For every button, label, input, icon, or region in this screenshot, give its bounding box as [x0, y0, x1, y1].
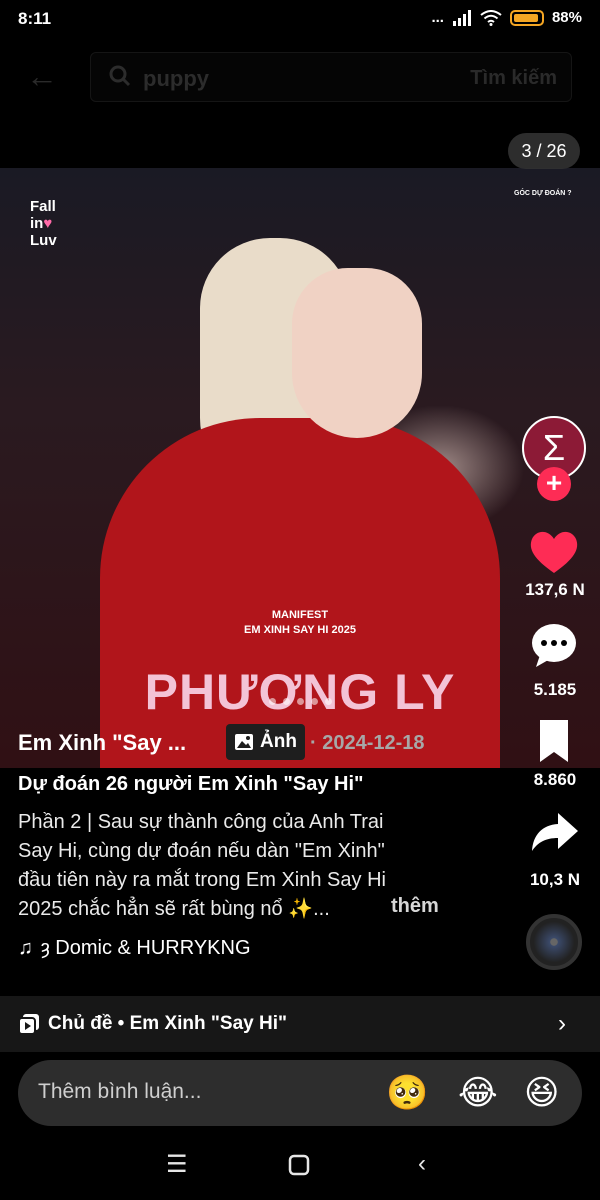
topic-bar[interactable]: Chủ đề • Em Xinh "Say Hi" › [0, 996, 600, 1052]
manifest-line: MANIFEST [271, 609, 329, 621]
carousel-dot [296, 698, 304, 705]
comment-placeholder: Thêm bình luận... [38, 1080, 202, 1103]
comment-count: 5.185 [533, 680, 577, 699]
like-count: 137,6 N [525, 580, 585, 599]
image-corner-text: GÓC DỰ ĐOÁN ? [514, 190, 572, 197]
share-count: 10,3 N [529, 870, 581, 889]
battery-percent: 88% [551, 9, 582, 26]
author-name[interactable]: Em Xinh "Say ... [18, 730, 186, 756]
photo-badge: Ảnh [226, 724, 305, 760]
comment-icon[interactable] [524, 621, 584, 669]
status-right: ... 88% [431, 9, 582, 26]
logo-line-text: in [30, 215, 44, 232]
save-count: 8.860 [533, 770, 577, 789]
system-nav-bar: ☰ ‹ [0, 1130, 600, 1200]
signal-dots: ... [431, 9, 444, 26]
carousel-dot [282, 698, 290, 705]
search-query: puppy [143, 66, 209, 91]
music-row[interactable]: ♫ ȝ Domic & HURRYKNG [18, 937, 251, 960]
search-icon [109, 65, 131, 87]
battery-icon [509, 9, 544, 26]
carousel-dot [324, 698, 332, 705]
logo-line: Luv [30, 232, 57, 249]
search-button[interactable]: Tìm kiếm [470, 67, 557, 90]
slide-counter: 3 / 26 [508, 133, 580, 169]
topic-label: Chủ đề • Em Xinh "Say Hi" [48, 1013, 287, 1034]
image-name-text: PHƯƠNG LY [144, 664, 456, 720]
image-icon [235, 734, 253, 750]
comment-input[interactable]: Thêm bình luận... 🥺 😂 😆 [18, 1060, 582, 1126]
menu-icon[interactable]: ☰ [166, 1150, 188, 1179]
music-title: ȝ Domic & HURRYKNG [41, 937, 251, 959]
image-manifest-text: MANIFEST EM XINH SAY HI 2025 [0, 608, 600, 638]
follow-plus-icon[interactable]: + [537, 467, 571, 501]
chevron-right-icon: › [558, 1010, 566, 1037]
heart-icon: ♥ [43, 215, 53, 232]
description-line: Say Hi, cùng dự đoán nếu dàn "Em Xinh" [18, 840, 385, 862]
pleading-emoji-icon[interactable]: 🥺 [386, 1073, 428, 1113]
logo-line: in♥ [30, 215, 57, 232]
back-arrow-icon[interactable]: ← [26, 56, 66, 96]
badge-label: Ảnh [260, 731, 297, 752]
search-header: ← puppy Tìm kiếm [0, 40, 600, 114]
home-square-icon[interactable] [288, 1154, 310, 1176]
post-date: · 2024-12-18 [310, 732, 425, 754]
bookmark-icon[interactable] [524, 718, 584, 764]
cell-signal-icon [452, 9, 471, 26]
wifi-icon [480, 9, 502, 26]
status-time: 8:11 [18, 9, 52, 28]
post-title: Dự đoán 26 người Em Xinh "Say Hi" [18, 773, 364, 795]
see-more-link[interactable]: thêm [391, 895, 439, 918]
share-arrow-icon[interactable] [524, 809, 584, 855]
playlist-icon [18, 1014, 39, 1035]
carousel-dot [310, 698, 318, 705]
search-input[interactable]: puppy Tìm kiếm [90, 52, 572, 102]
like-heart-icon[interactable] [524, 527, 584, 575]
back-chevron-icon[interactable]: ‹ [418, 1150, 426, 1178]
post-image[interactable]: Fall in♥ Luv GÓC DỰ ĐOÁN ? MANIFEST EM X… [0, 168, 600, 768]
carousel-dots [0, 698, 600, 705]
description-line: Phần 2 | Sau sự thành công của Anh Trai [18, 811, 384, 833]
music-disc-icon[interactable] [526, 914, 582, 970]
image-figure-face [292, 268, 422, 438]
description-line: đầu tiên này ra mắt trong Em Xinh Say Hi [18, 869, 386, 891]
grinning-squint-emoji-icon[interactable]: 😆 [524, 1073, 559, 1113]
manifest-line: EM XINH SAY HI 2025 [244, 624, 356, 636]
laughing-tears-emoji-icon[interactable]: 😂 [458, 1073, 498, 1113]
status-bar: 8:11 ... 88% [0, 0, 600, 40]
carousel-dot [268, 698, 276, 705]
logo-line: Fall [30, 198, 56, 215]
music-note-icon: ♫ [18, 937, 33, 959]
fall-in-luv-logo: Fall in♥ Luv [30, 198, 57, 249]
